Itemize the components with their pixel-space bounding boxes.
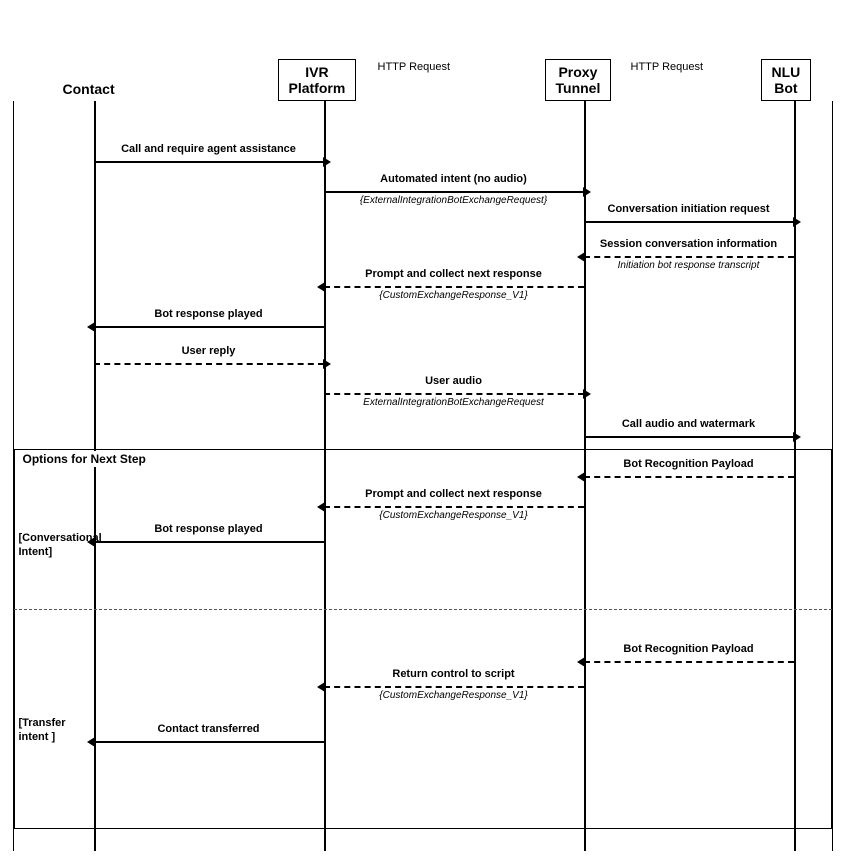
arrow-line xyxy=(324,393,584,395)
arrowhead xyxy=(323,359,331,369)
arrowhead xyxy=(323,157,331,167)
arrowhead xyxy=(87,322,95,332)
arrow-label: Call and require agent assistance xyxy=(109,143,309,155)
arrowhead xyxy=(793,432,801,442)
arrow-line xyxy=(324,686,584,688)
http-request-label-1: HTTP Request xyxy=(378,61,451,73)
arrow-label: Return control to script xyxy=(354,668,554,680)
arrowhead xyxy=(793,217,801,227)
arrow-sublabel: {CustomExchangeResponse_V1} xyxy=(324,510,584,521)
lifelines-header: Contact IVRPlatform HTTP Request ProxyTunne… xyxy=(13,26,833,101)
arrow-line xyxy=(584,221,794,223)
arrowhead xyxy=(577,657,585,667)
arrow-line xyxy=(324,191,584,193)
arrow-label: Prompt and collect next response xyxy=(354,488,554,500)
left-label: [Transfer intent ] xyxy=(19,716,89,745)
arrow-sublabel: Initiation bot response transcript xyxy=(559,260,819,271)
arrow-label: Automated intent (no audio) xyxy=(354,173,554,185)
section-divider xyxy=(14,609,832,610)
lifeline-ivr-box: IVRPlatform xyxy=(278,59,357,101)
arrow-label: Prompt and collect next response xyxy=(354,268,554,280)
arrow-label: Bot Recognition Payload xyxy=(589,458,789,470)
arrow-line xyxy=(94,363,324,365)
arrow-label: Session conversation information xyxy=(589,238,789,250)
arrowhead xyxy=(583,187,591,197)
arrow-label: Bot response played xyxy=(109,523,309,535)
arrow-label: Call audio and watermark xyxy=(589,418,789,430)
arrow-sublabel: {CustomExchangeResponse_V1} xyxy=(324,690,584,701)
diagram-container: Contact IVRPlatform HTTP Request ProxyTunne… xyxy=(0,0,845,861)
arrow-line xyxy=(94,326,324,328)
arrow-line xyxy=(94,541,324,543)
arrow-sublabel: {CustomExchangeResponse_V1} xyxy=(324,290,584,301)
arrow-line xyxy=(584,661,794,663)
arrowhead xyxy=(583,389,591,399)
arrow-label: User audio xyxy=(354,375,554,387)
arrow-sublabel: ExternalIntegrationBotExchangeRequest xyxy=(324,397,584,408)
arrow-line xyxy=(584,476,794,478)
arrow-label: Conversation initiation request xyxy=(589,203,789,215)
options-box-label: Options for Next Step xyxy=(19,451,150,467)
http-request-label-2: HTTP Request xyxy=(631,61,704,73)
arrow-line xyxy=(584,256,794,258)
arrow-label: Bot response played xyxy=(109,308,309,320)
arrow-label: User reply xyxy=(109,345,309,357)
arrowhead xyxy=(577,472,585,482)
lifeline-contact-label: Contact xyxy=(63,81,115,97)
arrow-line xyxy=(94,741,324,743)
lifeline-nlu-box: NLUBot xyxy=(761,59,812,101)
arrow-line xyxy=(94,161,324,163)
arrow-line xyxy=(324,286,584,288)
left-label: [ConversationalIntent] xyxy=(19,531,89,560)
arrow-label: Contact transferred xyxy=(109,723,309,735)
arrow-line xyxy=(324,506,584,508)
arrow-line xyxy=(584,436,794,438)
arrow-label: Bot Recognition Payload xyxy=(589,643,789,655)
arrow-sublabel: {ExternalIntegrationBotExchangeRequest} xyxy=(324,195,584,206)
sequence-area: Contact IVRPlatform HTTP Request ProxyTunne… xyxy=(13,26,833,851)
sequence-body: Options for Next Step Call and require ag… xyxy=(13,101,833,851)
lifeline-proxy-box: ProxyTunnel xyxy=(545,59,612,101)
